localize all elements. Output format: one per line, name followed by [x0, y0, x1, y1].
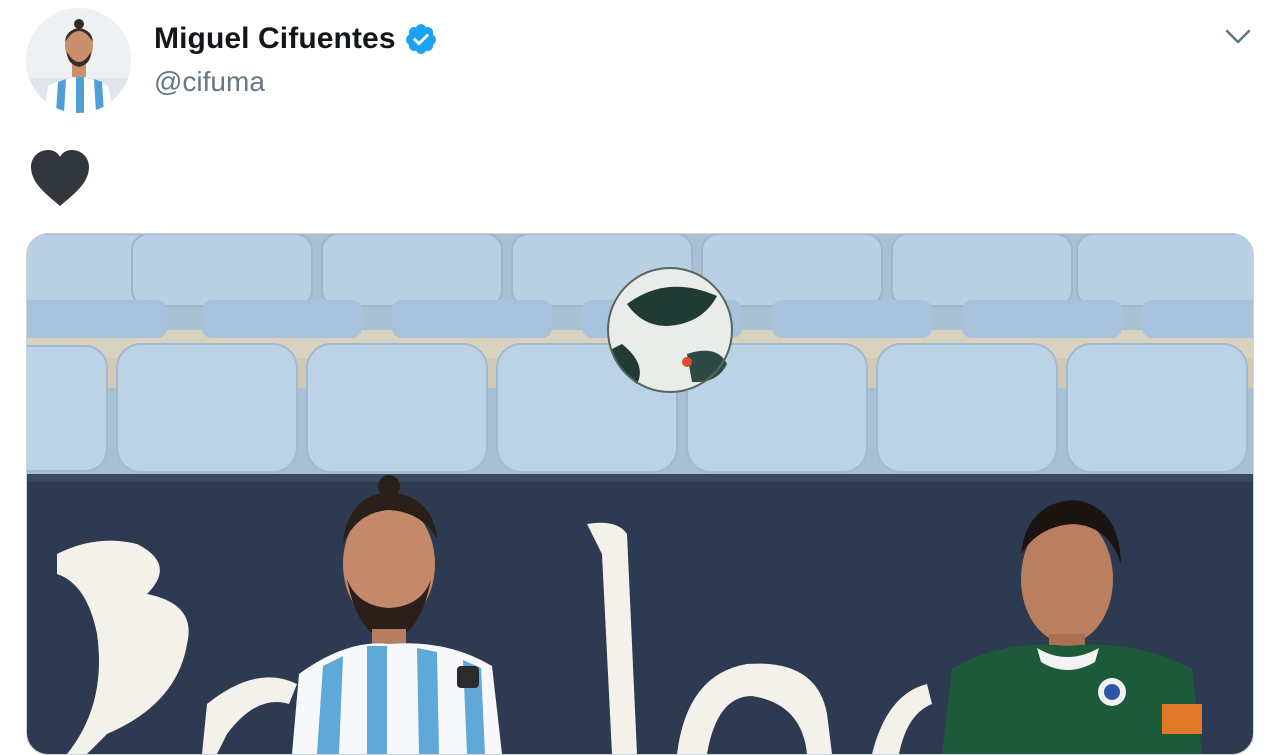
author-handle[interactable]: @cifuma — [154, 66, 265, 98]
verified-badge-icon — [405, 24, 436, 54]
author-avatar[interactable] — [26, 8, 131, 113]
avatar-image — [26, 8, 131, 113]
tweet-media-photo[interactable] — [26, 233, 1254, 755]
author-name-link[interactable]: Miguel Cifuentes — [154, 22, 438, 56]
black-heart-icon — [31, 150, 89, 206]
author-display-name: Miguel Cifuentes — [154, 22, 396, 55]
football — [607, 267, 733, 393]
football-match-photo — [27, 234, 1253, 754]
chevron-down-icon[interactable] — [1222, 22, 1254, 50]
